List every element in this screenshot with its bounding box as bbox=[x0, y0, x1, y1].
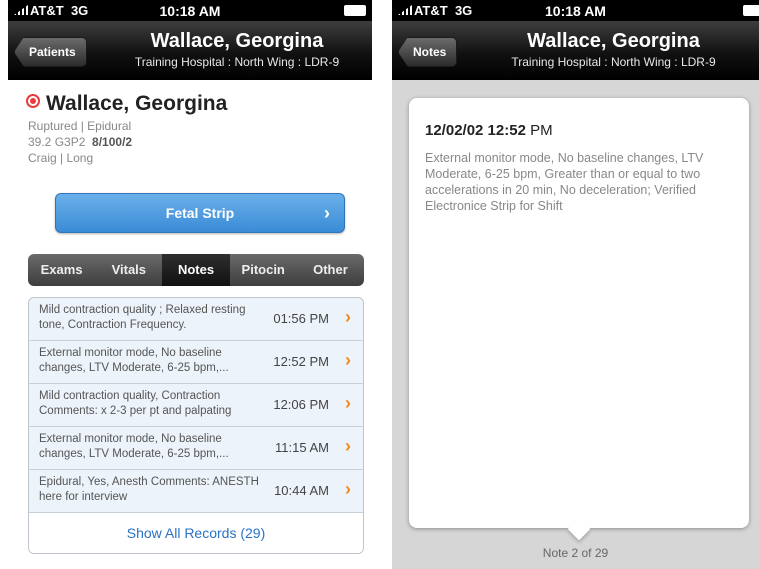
section-tabs: Exams Vitals Notes Pitocin Other bbox=[28, 254, 364, 286]
chevron-right-icon: › bbox=[345, 436, 351, 456]
note-summary: Epidural, Yes, Anesth Comments: ANESTH h… bbox=[39, 476, 259, 503]
chevron-right-icon: › bbox=[345, 479, 351, 499]
note-time: 11:15 AM bbox=[275, 440, 329, 455]
note-body: External monitor mode, No baseline chang… bbox=[425, 151, 704, 213]
note-time: 10:44 AM bbox=[274, 483, 329, 498]
nav-subtitle: Training Hospital : North Wing : LDR-9 bbox=[134, 55, 340, 69]
patient-info-line2: 39.2 G3P2 8/100/2 bbox=[28, 135, 133, 149]
chevron-right-icon: › bbox=[345, 350, 351, 370]
clock: 10:18 AM bbox=[545, 3, 606, 19]
note-card: 12/02/02 12:52 PM External monitor mode,… bbox=[409, 98, 749, 541]
status-bar: AT&T 3G 10:18 AM bbox=[392, 0, 759, 21]
patient-header: Wallace, Georgina bbox=[26, 92, 227, 116]
notes-back-button[interactable]: Notes bbox=[398, 37, 458, 67]
status-dot-icon bbox=[26, 94, 40, 108]
show-all-records-button[interactable]: Show All Records (29) bbox=[29, 513, 363, 553]
list-item[interactable]: Mild contraction quality, Contraction Co… bbox=[29, 384, 363, 427]
patients-back-button[interactable]: Patients bbox=[14, 37, 87, 67]
nav-bar: Notes Wallace, Georgina Training Hospita… bbox=[392, 21, 759, 80]
chevron-right-icon: › bbox=[345, 393, 351, 413]
note-summary: External monitor mode, No baseline chang… bbox=[39, 433, 229, 460]
notes-list: Mild contraction quality ; Relaxed resti… bbox=[28, 297, 364, 554]
nav-bar: Patients Wallace, Georgina Training Hosp… bbox=[8, 21, 372, 80]
note-summary: External monitor mode, No baseline chang… bbox=[39, 347, 229, 374]
clock: 10:18 AM bbox=[159, 3, 221, 19]
battery-icon bbox=[743, 5, 759, 16]
tab-vitals[interactable]: Vitals bbox=[95, 254, 162, 286]
nav-title: Wallace, Georgina bbox=[527, 30, 700, 52]
fetal-strip-button[interactable]: Fetal Strip › bbox=[55, 193, 345, 233]
patient-detail-screen: AT&T 3G 10:18 AM Patients Wallace, Georg… bbox=[8, 0, 372, 569]
fetal-strip-label: Fetal Strip bbox=[165, 205, 235, 221]
note-count: Note 2 of 29 bbox=[542, 546, 609, 560]
tab-notes[interactable]: Notes bbox=[162, 254, 230, 286]
note-summary: Mild contraction quality, Contraction Co… bbox=[39, 390, 232, 417]
tab-pitocin[interactable]: Pitocin bbox=[230, 254, 297, 286]
status-bar: AT&T 3G 10:18 AM bbox=[8, 0, 372, 21]
chevron-right-icon: › bbox=[324, 203, 330, 223]
note-time: 12:52 PM bbox=[273, 354, 329, 369]
battery-icon bbox=[344, 5, 366, 16]
list-item[interactable]: External monitor mode, No baseline chang… bbox=[29, 341, 363, 384]
note-timestamp: 12/02/02 12:52 PM bbox=[425, 122, 553, 139]
tab-other[interactable]: Other bbox=[297, 254, 364, 286]
nav-title: Wallace, Georgina bbox=[150, 30, 324, 52]
patient-info-line1: Ruptured | Epidural bbox=[28, 119, 132, 133]
card-pointer bbox=[567, 517, 591, 541]
list-item[interactable]: Mild contraction quality ; Relaxed resti… bbox=[29, 298, 363, 341]
patient-info-line3: Craig | Long bbox=[28, 151, 94, 165]
patient-name: Wallace, Georgina bbox=[46, 92, 228, 115]
list-item[interactable]: Epidural, Yes, Anesth Comments: ANESTH h… bbox=[29, 470, 363, 513]
tab-exams[interactable]: Exams bbox=[28, 254, 95, 286]
note-time: 12:06 PM bbox=[273, 397, 329, 412]
note-detail-screen: AT&T 3G 10:18 AM Notes Wallace, Georgina… bbox=[392, 0, 759, 569]
chevron-right-icon: › bbox=[345, 307, 351, 327]
note-summary: Mild contraction quality ; Relaxed resti… bbox=[39, 304, 246, 331]
list-item[interactable]: External monitor mode, No baseline chang… bbox=[29, 427, 363, 470]
note-time: 01:56 PM bbox=[273, 311, 329, 326]
nav-subtitle: Training Hospital : North Wing : LDR-9 bbox=[511, 55, 716, 69]
